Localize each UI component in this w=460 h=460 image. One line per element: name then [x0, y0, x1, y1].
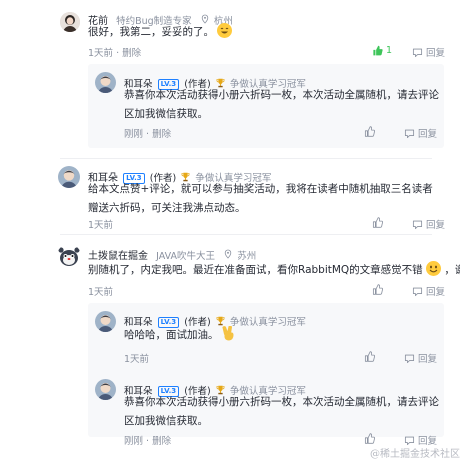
like-button[interactable] — [364, 351, 378, 362]
like-button[interactable] — [372, 284, 386, 295]
trophy-icon — [216, 316, 225, 326]
like-button[interactable]: 1 — [372, 45, 392, 56]
like-button[interactable] — [364, 433, 378, 444]
reply-label: 回复 — [426, 287, 446, 298]
reply-button[interactable]: 回复 — [404, 351, 437, 365]
thumb-up-icon — [372, 217, 383, 228]
like-button[interactable] — [364, 126, 378, 137]
author-avatar[interactable] — [58, 166, 80, 188]
reply-time: 刚刚 — [124, 436, 144, 447]
smile-emoji-icon — [217, 23, 233, 38]
author-avatar[interactable] — [95, 311, 116, 332]
reply-label: 回复 — [426, 48, 446, 59]
thumb-up-icon — [372, 284, 383, 295]
delete-link[interactable]: 删除 — [152, 436, 171, 447]
comment-text-tail: ，谢谢 — [444, 264, 460, 276]
user-avatar[interactable] — [60, 12, 80, 32]
delete-link[interactable]: 删除 — [152, 129, 171, 140]
comment-text: 别随机了，内定我吧。最近在准备面试，看你RabbitMQ的文章感觉不错 ，谢谢 — [88, 261, 460, 280]
reply-text: 恭喜你本次活动获得小册六折码一枚，本次活动全属随机，请去评论区加我微信获取。 — [124, 89, 439, 120]
comment-icon — [412, 286, 423, 297]
reply-label: 回复 — [426, 220, 446, 231]
reply-time: 刚刚 — [124, 129, 144, 140]
reply-button[interactable]: 回复 — [412, 284, 445, 298]
author-avatar[interactable] — [95, 379, 116, 400]
reply-button[interactable]: 回复 — [412, 217, 445, 231]
comment-icon — [404, 353, 415, 364]
like-count: 1 — [386, 45, 393, 56]
comment-text: 给本文点赞+评论，就可以参与抽奖活动，我将在读者中随机抽取三名读者赠送六折码，可… — [88, 183, 433, 214]
comment-time: 1天前 — [88, 220, 114, 231]
reply-button[interactable]: 回复 — [412, 45, 445, 59]
comment-time: 1天前 — [88, 48, 114, 59]
comment-icon — [404, 128, 415, 139]
victory-hand-emoji-icon — [222, 325, 235, 348]
comment-icon — [412, 47, 423, 58]
thumb-up-icon — [372, 45, 383, 56]
reply-text: 恭喜你本次活动获得小册六折码一枚，本次活动全属随机，请去评论区加我微信获取。 — [124, 396, 439, 427]
grin-emoji-icon — [426, 261, 442, 276]
thumb-up-icon — [364, 433, 375, 444]
reply-time: 1天前 — [124, 354, 150, 365]
reply-text-body: 哈哈哈，面试加油。 — [124, 329, 219, 341]
reply-button[interactable]: 回复 — [404, 126, 437, 140]
comment-icon — [412, 219, 423, 230]
honor-title: 争做认真学习冠军 — [229, 317, 306, 328]
comment-text-body: 很好，我第二，妥妥的了。 — [88, 26, 214, 38]
thumb-up-icon — [364, 351, 375, 362]
reply-label: 回复 — [418, 129, 438, 140]
divider — [60, 158, 432, 159]
user-avatar[interactable] — [57, 244, 81, 268]
thumb-up-icon — [364, 126, 375, 137]
reply-label: 回复 — [418, 354, 438, 365]
comment-text-body: 别随机了，内定我吧。最近在准备面试，看你RabbitMQ的文章感觉不错 — [88, 264, 423, 276]
delete-link[interactable]: 删除 — [122, 48, 141, 59]
comment-time: 1天前 — [88, 287, 114, 298]
comment-icon — [404, 435, 415, 446]
site-watermark: @稀土掘金技术社区 — [370, 449, 460, 460]
like-button[interactable] — [372, 217, 386, 228]
comment-text: 很好，我第二，妥妥的了。 — [88, 23, 233, 42]
reply-text: 哈哈哈，面试加油。 — [124, 325, 235, 348]
divider — [60, 234, 432, 235]
author-avatar[interactable] — [95, 72, 116, 93]
